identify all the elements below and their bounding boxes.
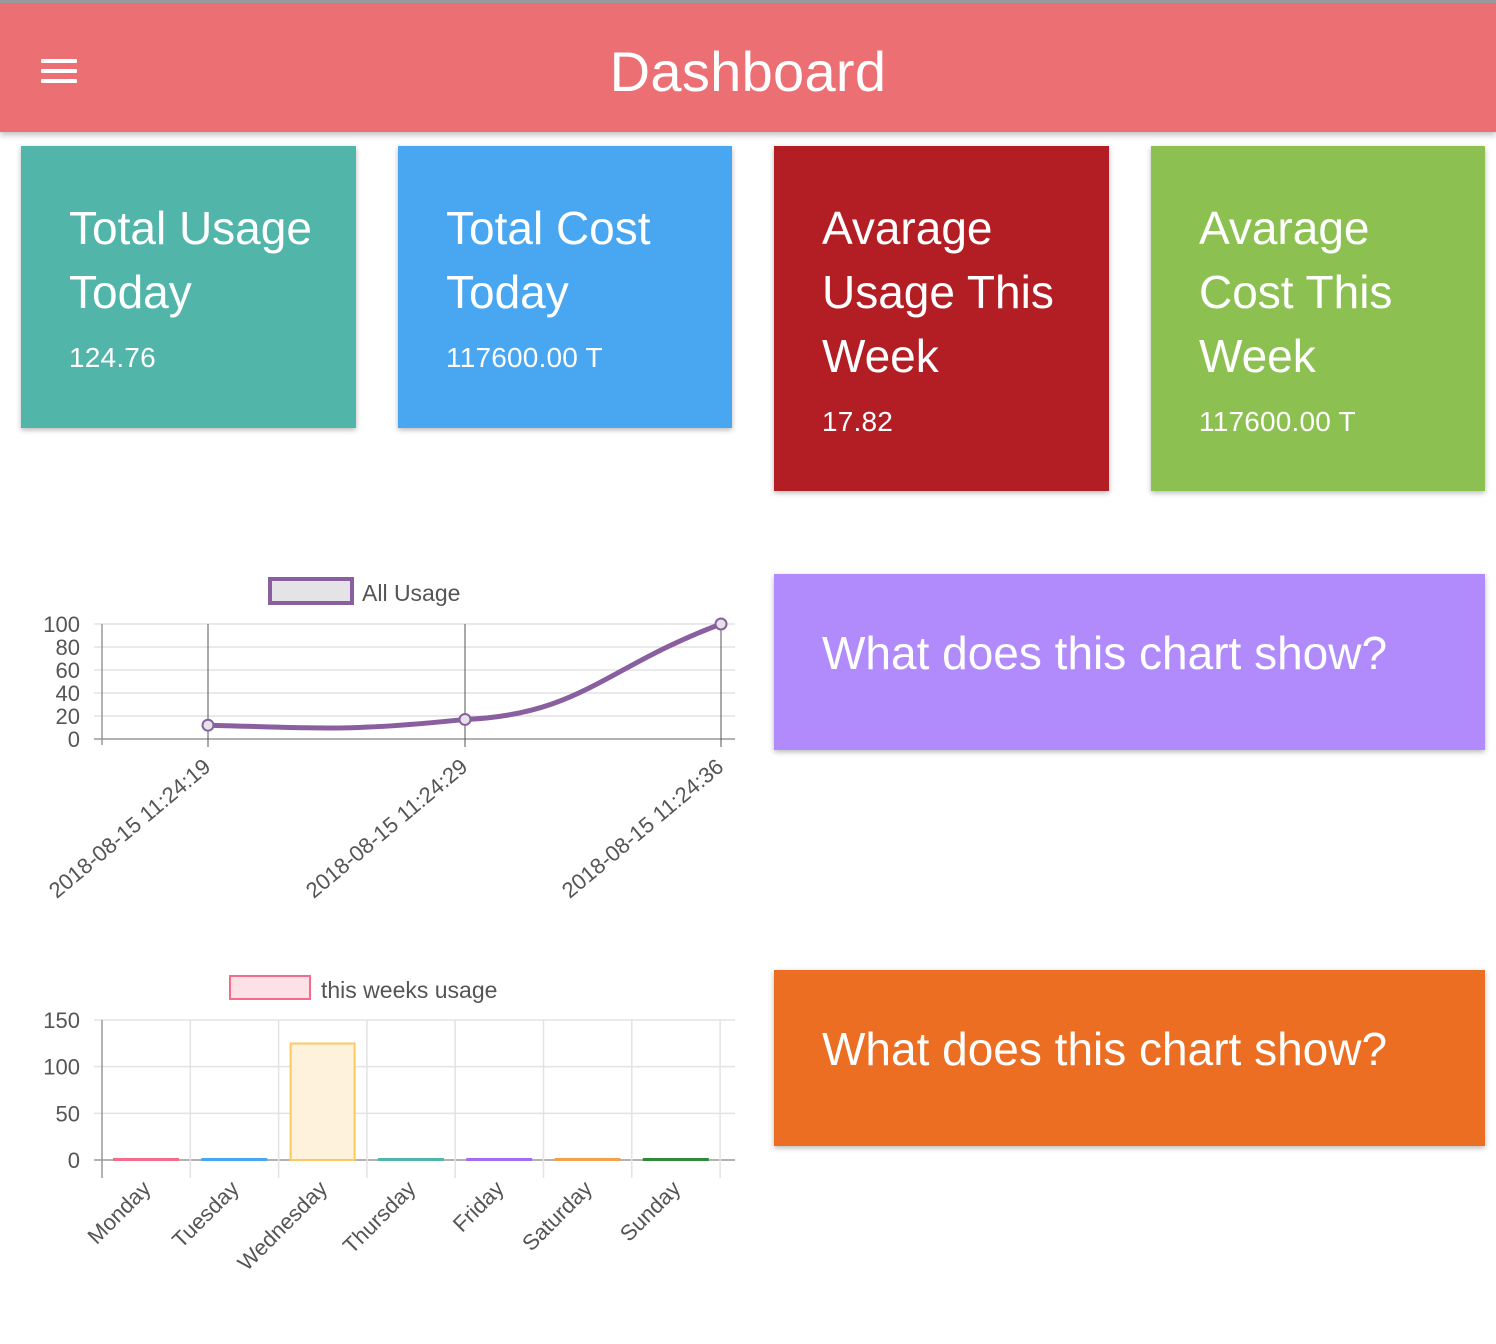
x-tick-label: Thursday — [338, 1176, 421, 1259]
bar[interactable] — [289, 1042, 356, 1161]
chart-info-card-1[interactable]: What does this chart show? — [774, 574, 1485, 750]
total-usage-today-card: Total Usage Today 124.76 — [21, 146, 356, 428]
x-tick-label: 2018-08-15 11:24:19 — [44, 754, 215, 903]
card-title: Avarage Cost This Week — [1199, 202, 1393, 382]
y-tick-label: 0 — [68, 1148, 80, 1173]
card-value: 17.82 — [822, 406, 894, 437]
card-title: Avarage Usage This Week — [822, 202, 1054, 382]
bar[interactable] — [466, 1158, 533, 1161]
card-title: Total Usage Today — [69, 202, 312, 318]
y-tick-label: 40 — [56, 681, 80, 706]
bar[interactable] — [201, 1158, 268, 1161]
y-tick-label: 50 — [56, 1101, 80, 1126]
card-value: 117600.00 T — [446, 342, 603, 373]
card-value: 124.76 — [69, 342, 156, 373]
y-tick-label: 100 — [43, 1055, 80, 1080]
y-tick-label: 20 — [56, 704, 80, 729]
bar[interactable] — [554, 1158, 621, 1161]
y-tick-label: 150 — [43, 1008, 80, 1033]
y-tick-label: 80 — [56, 635, 80, 660]
card-value: 117600.00 T — [1199, 406, 1356, 437]
legend-swatch — [268, 577, 354, 605]
x-tick-label: Friday — [448, 1176, 509, 1237]
x-tick-label: Wednesday — [233, 1176, 333, 1276]
info-text: What does this chart show? — [822, 1023, 1388, 1075]
chart-info-card-2[interactable]: What does this chart show? — [774, 970, 1485, 1146]
average-cost-week-card: Avarage Cost This Week 117600.00 T — [1151, 146, 1485, 491]
page-title: Dashboard — [609, 40, 887, 103]
total-cost-today-card: Total Cost Today 117600.00 T — [398, 146, 732, 428]
bar[interactable] — [642, 1158, 709, 1161]
bar[interactable] — [377, 1158, 444, 1161]
app-header: Dashboard — [0, 0, 1496, 132]
average-usage-week-card: Avarage Usage This Week 17.82 — [774, 146, 1109, 491]
chart-legend[interactable]: this weeks usage — [229, 975, 497, 1003]
card-title: Total Cost Today — [446, 202, 651, 318]
weekly-usage-bar-chart: this weeks usage 0 50 100 150 Monday Tuesday… — [43, 975, 735, 1276]
chart-legend[interactable]: All Usage — [268, 577, 460, 606]
x-tick-label: Monday — [83, 1176, 156, 1249]
legend-swatch — [229, 975, 311, 1000]
x-tick-label: Saturday — [517, 1176, 597, 1256]
x-tick-label: Sunday — [615, 1176, 685, 1246]
data-point[interactable] — [714, 617, 728, 631]
x-tick-label: 2018-08-15 11:24:29 — [301, 754, 472, 903]
data-point[interactable] — [458, 712, 472, 726]
legend-label: All Usage — [362, 580, 460, 606]
all-usage-line-chart: All Usage 020406080100 2018-08-15 11:24:… — [43, 577, 735, 903]
legend-label: this weeks usage — [321, 977, 497, 1003]
y-tick-label: 100 — [43, 612, 80, 637]
info-text: What does this chart show? — [822, 627, 1388, 679]
y-tick-label: 60 — [56, 658, 80, 683]
x-tick-label: 2018-08-15 11:24:36 — [557, 754, 728, 903]
y-tick-label: 0 — [68, 727, 80, 752]
bar[interactable] — [113, 1158, 179, 1161]
data-point[interactable] — [201, 718, 215, 732]
x-tick-label: Tuesday — [167, 1176, 244, 1253]
